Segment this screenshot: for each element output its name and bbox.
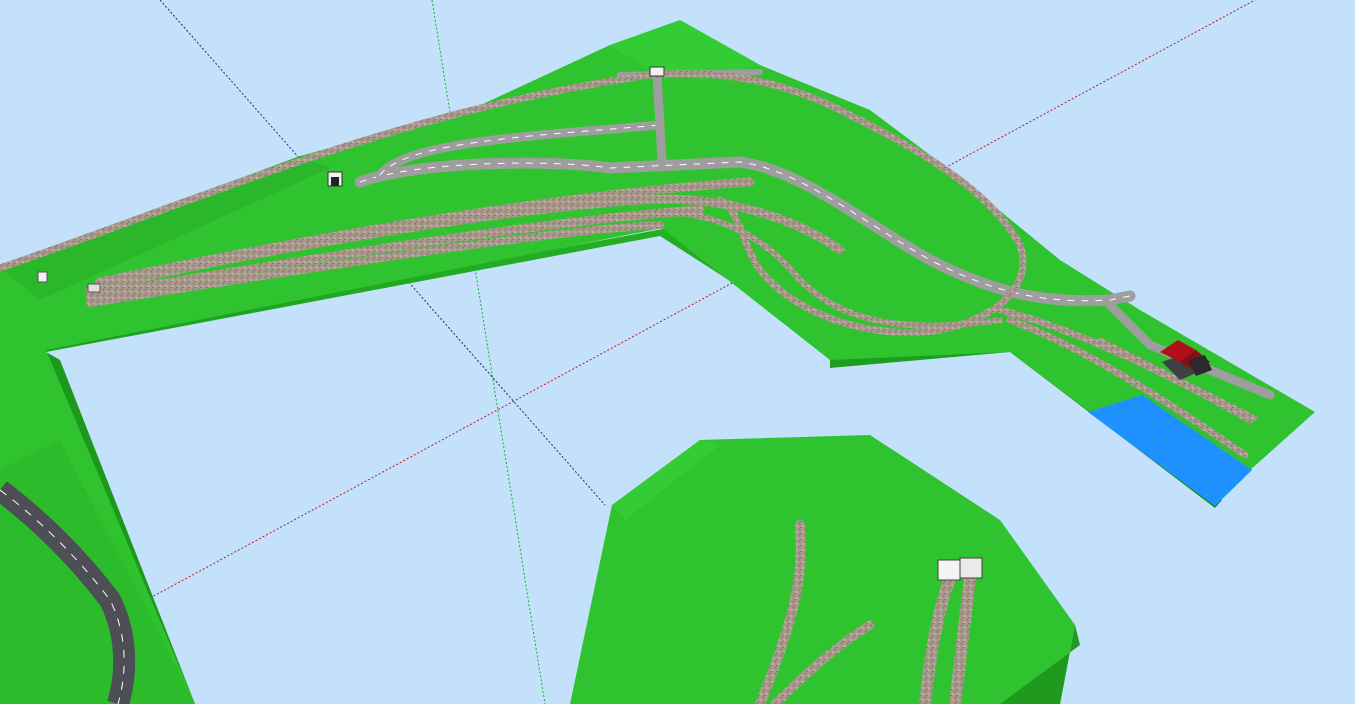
tunnel-portal-icon xyxy=(937,557,983,581)
scene-canvas[interactable] xyxy=(0,0,1355,704)
3d-viewport[interactable] xyxy=(0,0,1355,704)
lower-terrain-plate[interactable] xyxy=(570,435,1080,704)
